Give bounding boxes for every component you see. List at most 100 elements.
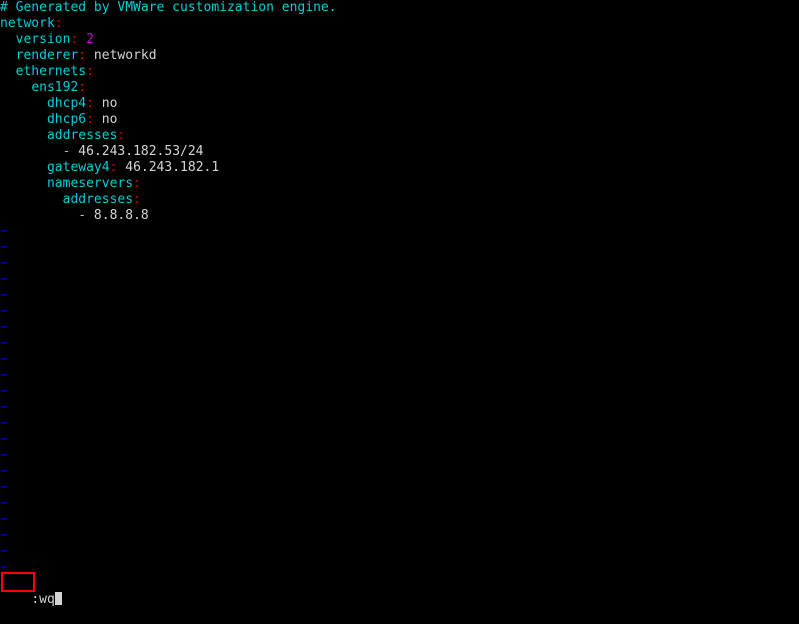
- line-segment-key: version: [15, 32, 71, 47]
- tilde-icon: ~: [0, 560, 8, 575]
- line-segment-key: ethernets: [15, 64, 87, 79]
- line-segment-key: nameservers: [46, 176, 134, 191]
- tilde-icon: ~: [0, 512, 8, 527]
- buffer-line[interactable]: # Generated by VMWare customization engi…: [0, 0, 799, 16]
- tilde-icon: ~: [0, 224, 8, 239]
- buffer-line[interactable]: network:: [0, 16, 799, 32]
- line-segment-colon: :: [78, 80, 87, 95]
- tilde-icon: ~: [0, 272, 8, 287]
- line-segment-key: network: [0, 16, 55, 31]
- line-segment-string: networkd: [86, 48, 157, 63]
- empty-line-marker: ~: [0, 368, 799, 384]
- line-segment-key: renderer: [15, 48, 79, 63]
- empty-line-marker: ~: [0, 496, 799, 512]
- tilde-icon: ~: [0, 240, 8, 255]
- tilde-icon: ~: [0, 416, 8, 431]
- vim-status-line[interactable]: :wq: [0, 576, 62, 607]
- line-segment-string: 46.243.182.1: [117, 160, 220, 175]
- line-segment-string: no: [93, 96, 118, 111]
- line-segment-key: dhcp4: [46, 96, 87, 111]
- line-segment-colon: :: [86, 96, 94, 111]
- vim-text-buffer[interactable]: # Generated by VMWare customization engi…: [0, 0, 799, 576]
- buffer-line[interactable]: - 8.8.8.8: [0, 208, 799, 224]
- line-segment-string: 46.243.182.53/24: [70, 144, 204, 159]
- tilde-icon: ~: [0, 288, 8, 303]
- buffer-line[interactable]: dhcp4: no: [0, 96, 799, 112]
- buffer-line[interactable]: nameservers:: [0, 176, 799, 192]
- tilde-icon: ~: [0, 432, 8, 447]
- empty-line-marker: ~: [0, 512, 799, 528]
- empty-line-marker: ~: [0, 304, 799, 320]
- tilde-icon: ~: [0, 528, 8, 543]
- vim-command-text: :wq: [31, 592, 55, 607]
- empty-line-marker: ~: [0, 336, 799, 352]
- buffer-line[interactable]: ens192:: [0, 80, 799, 96]
- empty-line-marker: ~: [0, 240, 799, 256]
- buffer-line[interactable]: addresses:: [0, 128, 799, 144]
- line-segment-colon: :: [133, 176, 141, 191]
- tilde-icon: ~: [0, 256, 8, 271]
- line-segment-string: [78, 32, 86, 47]
- line-segment-key: addresses: [46, 128, 118, 143]
- buffer-line[interactable]: ethernets:: [0, 64, 799, 80]
- line-segment-key: ens192: [31, 80, 79, 95]
- line-segment-string: no: [93, 112, 118, 127]
- line-segment-key: dhcp6: [46, 112, 87, 127]
- empty-line-marker: ~: [0, 288, 799, 304]
- buffer-line[interactable]: version: 2: [0, 32, 799, 48]
- empty-line-marker: ~: [0, 272, 799, 288]
- line-segment-colon: :: [54, 16, 63, 31]
- terminal-window[interactable]: # Generated by VMWare customization engi…: [0, 0, 799, 607]
- tilde-icon: ~: [0, 384, 8, 399]
- empty-line-marker: ~: [0, 384, 799, 400]
- tilde-icon: ~: [0, 320, 8, 335]
- tilde-icon: ~: [0, 368, 8, 383]
- empty-line-marker: ~: [0, 256, 799, 272]
- buffer-line[interactable]: renderer: networkd: [0, 48, 799, 64]
- line-segment-colon: :: [86, 64, 94, 79]
- tilde-icon: ~: [0, 400, 8, 415]
- line-segment-key: addresses: [62, 192, 134, 207]
- line-segment-colon: :: [117, 128, 126, 143]
- buffer-line[interactable]: gateway4: 46.243.182.1: [0, 160, 799, 176]
- buffer-line[interactable]: - 46.243.182.53/24: [0, 144, 799, 160]
- empty-line-marker: ~: [0, 320, 799, 336]
- empty-line-marker: ~: [0, 400, 799, 416]
- tilde-icon: ~: [0, 496, 8, 511]
- tilde-icon: ~: [0, 480, 8, 495]
- empty-line-marker: ~: [0, 464, 799, 480]
- line-segment-colon: :: [86, 112, 94, 127]
- tilde-icon: ~: [0, 448, 8, 463]
- empty-line-marker: ~: [0, 352, 799, 368]
- line-segment-string: 8.8.8.8: [86, 208, 149, 223]
- tilde-icon: ~: [0, 352, 8, 367]
- line-segment-number: 2: [86, 32, 94, 47]
- empty-line-marker: ~: [0, 448, 799, 464]
- line-segment-comment: # Generated by VMWare customization engi…: [0, 0, 337, 15]
- line-segment-key: gateway4: [46, 160, 110, 175]
- buffer-line[interactable]: dhcp6: no: [0, 112, 799, 128]
- tilde-icon: ~: [0, 544, 8, 559]
- tilde-icon: ~: [0, 304, 8, 319]
- line-segment-dash: -: [78, 208, 87, 223]
- empty-line-marker: ~: [0, 560, 799, 576]
- tilde-icon: ~: [0, 336, 8, 351]
- buffer-line[interactable]: addresses:: [0, 192, 799, 208]
- tilde-icon: ~: [0, 464, 8, 479]
- empty-line-marker: ~: [0, 224, 799, 240]
- empty-line-marker: ~: [0, 480, 799, 496]
- line-segment-colon: :: [133, 192, 141, 207]
- empty-line-marker: ~: [0, 416, 799, 432]
- empty-line-marker: ~: [0, 528, 799, 544]
